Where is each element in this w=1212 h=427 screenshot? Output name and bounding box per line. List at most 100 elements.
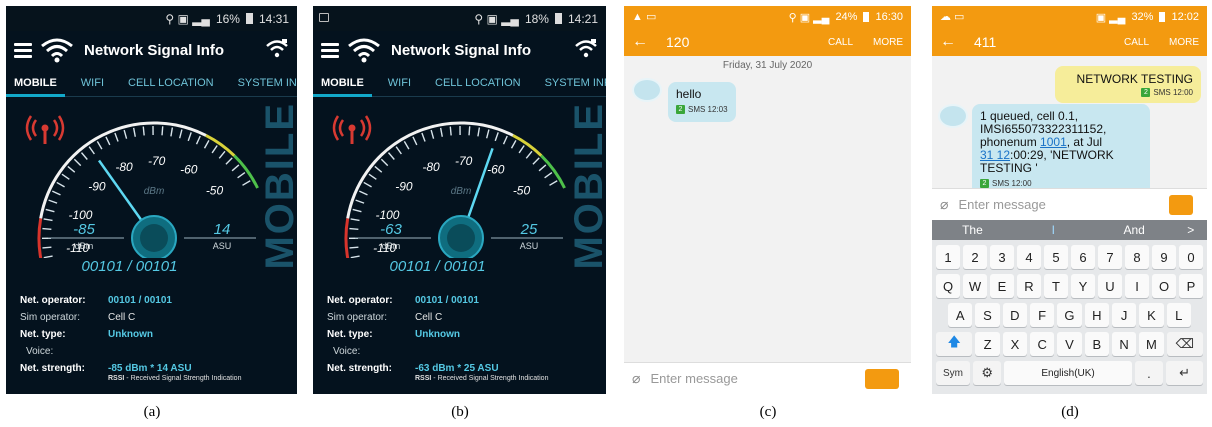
key-b[interactable]: B	[1084, 332, 1109, 356]
key-3[interactable]: 3	[990, 245, 1014, 269]
key-o[interactable]: O	[1152, 274, 1176, 298]
key-6[interactable]: 6	[1071, 245, 1095, 269]
key-s[interactable]: S	[975, 303, 1000, 327]
key-8[interactable]: 8	[1125, 245, 1149, 269]
key-y[interactable]: Y	[1071, 274, 1095, 298]
key-x[interactable]: X	[1002, 332, 1028, 356]
vertical-mobile-label: MOBILE	[567, 102, 606, 270]
msg-line-5: TESTING '	[980, 161, 1038, 175]
msg-text: phonenum	[980, 135, 1041, 149]
key-m[interactable]: M	[1139, 332, 1164, 356]
message-input[interactable]: Enter message	[650, 371, 865, 386]
key-5[interactable]: 5	[1044, 245, 1068, 269]
key-u[interactable]: U	[1098, 274, 1122, 298]
gauge-tick	[203, 140, 210, 149]
send-button[interactable]	[865, 368, 899, 389]
gauge-tick	[518, 145, 525, 154]
suggestion-the[interactable]: The	[932, 223, 1013, 237]
key-e[interactable]: E	[990, 274, 1014, 298]
suggestion-i[interactable]: I	[1013, 223, 1094, 237]
notification-icons: ☁ ▭	[940, 11, 965, 23]
date-link[interactable]: 31 12	[980, 148, 1010, 162]
net-type-value: Unknown	[415, 329, 460, 340]
key-w[interactable]: W	[963, 274, 987, 298]
key-4[interactable]: 4	[1017, 245, 1041, 269]
tab-bar: MOBILE WIFI CELL LOCATION SYSTEM INF	[313, 69, 606, 97]
space-key[interactable]: English(UK)	[1004, 361, 1132, 385]
key-n[interactable]: N	[1111, 332, 1137, 356]
attach-icon[interactable]: ⌀	[632, 370, 640, 387]
key-7[interactable]: 7	[1098, 245, 1122, 269]
key-a[interactable]: A	[948, 303, 973, 327]
attach-icon[interactable]: ⌀	[940, 196, 948, 213]
gauge-tick	[123, 129, 128, 139]
key-0[interactable]: 0	[1179, 245, 1203, 269]
battery-text: 16%	[215, 11, 240, 26]
message-input[interactable]: Enter message	[958, 197, 1169, 212]
key-t[interactable]: T	[1044, 274, 1068, 298]
tab-wifi[interactable]: WIFI	[81, 77, 104, 89]
phone-link[interactable]: 1001	[1040, 135, 1067, 149]
wifi-settings-icon[interactable]	[574, 37, 598, 61]
key-j[interactable]: J	[1111, 303, 1137, 327]
back-arrow-icon[interactable]: ←	[940, 33, 956, 51]
more-button[interactable]: MORE	[1169, 37, 1199, 48]
enter-key-icon[interactable]: ↵	[1166, 361, 1203, 385]
caption-c: (c)	[759, 404, 777, 420]
gauge-tick	[349, 227, 359, 231]
tab-mobile[interactable]: MOBILE	[313, 77, 372, 97]
suggestion-and[interactable]: And	[1094, 223, 1175, 237]
key-l[interactable]: L	[1166, 303, 1191, 327]
period-key[interactable]: .	[1134, 361, 1164, 385]
key-g[interactable]: G	[1057, 303, 1082, 327]
gauge-tick	[352, 208, 362, 213]
net-strength-label: Net. strength:	[327, 363, 392, 374]
key-9[interactable]: 9	[1152, 245, 1176, 269]
tab-mobile[interactable]: MOBILE	[6, 77, 65, 97]
key-h[interactable]: H	[1084, 303, 1109, 327]
menu-icon[interactable]	[14, 40, 32, 61]
key-k[interactable]: K	[1139, 303, 1164, 327]
message-bubble-incoming[interactable]: hello 2 SMS 12:03	[668, 82, 736, 122]
message-bubble-incoming[interactable]: 1 queued, cell 0.1, IMSI655073322311152,…	[972, 104, 1150, 196]
sym-key[interactable]: Sym	[936, 361, 970, 385]
key-z[interactable]: Z	[975, 332, 1000, 356]
back-arrow-icon[interactable]: ←	[632, 33, 648, 51]
gauge-tick	[532, 157, 540, 165]
message-bubble-outgoing[interactable]: NETWORK TESTING 2 SMS 12:00	[1055, 66, 1201, 103]
settings-key-icon[interactable]: ⚙	[973, 361, 1002, 385]
call-button[interactable]: CALL	[828, 37, 853, 48]
key-r[interactable]: R	[1017, 274, 1041, 298]
menu-icon[interactable]	[321, 40, 339, 61]
send-button[interactable]	[1169, 194, 1193, 215]
gauge-tick	[187, 132, 192, 142]
tab-system-info[interactable]: SYSTEM INF	[238, 77, 297, 89]
screen-d-messaging: ☁ ▭ ▣ ▂▄ 32% 12:02 ← 411 CALL MORE NETWO…	[932, 6, 1207, 394]
gauge-tick	[549, 180, 558, 186]
key-row-numbers: 1234567890	[932, 245, 1207, 269]
key-q[interactable]: Q	[936, 274, 960, 298]
screen-c-messaging: ▲ ▭ ⚲ ▣ ▂▄ 24% 16:30 ← 120 CALL MORE Fri…	[624, 6, 911, 394]
dbm-label: dBm	[382, 241, 401, 251]
key-row-qwerty: QWERTYUIOP	[932, 274, 1207, 298]
key-v[interactable]: V	[1057, 332, 1082, 356]
backspace-key-icon[interactable]: ⌫	[1166, 332, 1203, 356]
suggestion-expand[interactable]: >	[1175, 223, 1207, 237]
key-i[interactable]: I	[1125, 274, 1149, 298]
key-c[interactable]: C	[1030, 332, 1055, 356]
tab-system-info[interactable]: SYSTEM INF	[545, 77, 606, 89]
key-d[interactable]: D	[1002, 303, 1027, 327]
wifi-settings-icon[interactable]	[265, 37, 289, 61]
key-f[interactable]: F	[1029, 303, 1055, 327]
more-button[interactable]: MORE	[873, 37, 903, 48]
shift-key[interactable]: 🡅	[936, 332, 973, 356]
key-2[interactable]: 2	[963, 245, 987, 269]
gauge-tick	[242, 180, 251, 186]
gauge-tick-label: -60	[487, 162, 505, 176]
key-1[interactable]: 1	[936, 245, 960, 269]
tab-wifi[interactable]: WIFI	[388, 77, 411, 89]
key-p[interactable]: P	[1179, 274, 1203, 298]
tab-cell-location[interactable]: CELL LOCATION	[128, 77, 214, 89]
call-button[interactable]: CALL	[1124, 37, 1149, 48]
tab-cell-location[interactable]: CELL LOCATION	[435, 77, 521, 89]
